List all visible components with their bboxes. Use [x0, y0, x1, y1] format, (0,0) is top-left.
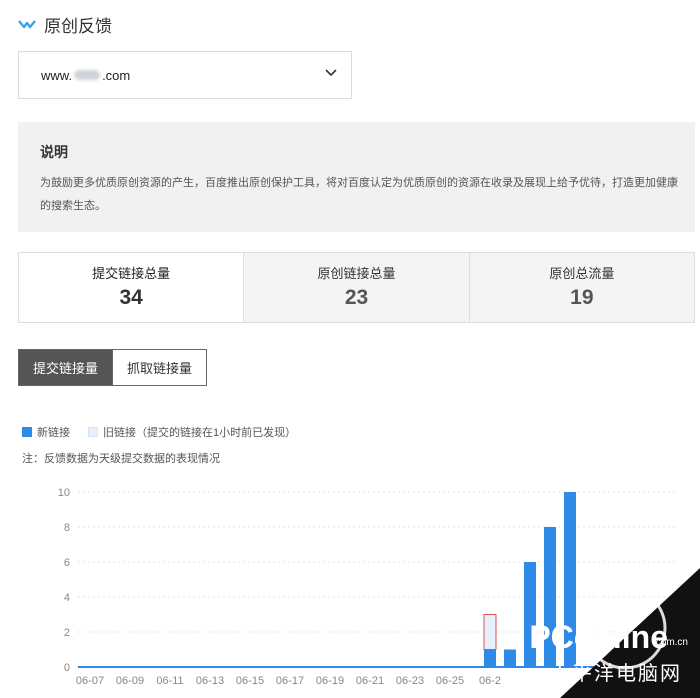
stat-label: 提交链接总量	[92, 266, 171, 281]
legend-swatch-old	[88, 427, 98, 437]
x-tick-label: 06-19	[316, 675, 344, 687]
x-tick-label: 06-25	[436, 675, 464, 687]
x-tick-label: 06-15	[236, 675, 264, 687]
y-tick-label: 6	[64, 557, 70, 569]
stat-value: 19	[570, 286, 594, 309]
stat-submitted-links[interactable]: 提交链接总量 34	[19, 253, 244, 322]
y-tick-label: 8	[64, 522, 70, 534]
page-title-text: 原创反馈	[44, 16, 112, 36]
y-tick-label: 0	[64, 662, 70, 674]
tab-crawled-links[interactable]: 抓取链接量	[113, 349, 208, 386]
bar-new	[484, 649, 496, 667]
redacted-domain	[74, 70, 101, 80]
notice-heading: 说明	[40, 144, 68, 160]
site-prefix: www.	[41, 67, 73, 83]
watermark-brand: PConline	[529, 619, 668, 655]
y-tick-label: 2	[64, 627, 70, 639]
legend-swatch-new	[22, 427, 32, 437]
stat-label: 原创总流量	[549, 266, 615, 281]
site-select[interactable]: www. .com	[18, 51, 352, 99]
tab-submitted-links[interactable]: 提交链接量	[18, 349, 114, 386]
page-title: 原创反馈	[18, 12, 112, 36]
watermark-brand-cn: 太平洋电脑网	[550, 663, 682, 685]
x-tick-label: 06-2	[479, 675, 501, 687]
legend-item-new[interactable]: 新链接	[22, 424, 70, 440]
chart-note: 注：反馈数据为天级提交数据的表现情况	[22, 453, 220, 465]
stat-value: 34	[119, 286, 143, 309]
legend-item-old[interactable]: 旧链接（提交的链接在1小时前已发现）	[88, 424, 296, 440]
x-tick-label: 06-09	[116, 675, 144, 687]
site-suffix: .com	[102, 67, 131, 83]
x-tick-label: 06-23	[396, 675, 424, 687]
stats-tabs: 提交链接总量 34 原创链接总量 23 原创总流量 19	[18, 252, 695, 323]
stat-label: 原创链接总量	[317, 266, 396, 281]
stat-value: 23	[344, 286, 369, 309]
stat-original-links[interactable]: 原创链接总量 23	[243, 253, 469, 322]
watermark: PConline .com.cn 太平洋电脑网	[500, 568, 700, 698]
watermark-domain: .com.cn	[652, 637, 688, 648]
x-tick-label: 06-07	[76, 675, 104, 687]
x-tick-label: 06-13	[196, 675, 224, 687]
notice-body: 为鼓励更多优质原创资源的产生，百度推出原创保护工具，将对百度认定为优质原创的资源…	[40, 177, 678, 212]
chevron-down-icon	[325, 69, 337, 77]
y-tick-label: 4	[64, 592, 70, 604]
stat-original-traffic[interactable]: 原创总流量 19	[468, 253, 694, 322]
chevron-down-icon	[18, 20, 36, 29]
legend-label-new: 新链接	[37, 427, 70, 439]
x-tick-label: 06-17	[276, 675, 304, 687]
chart-legend: 新链接 旧链接（提交的链接在1小时前已发现）	[22, 424, 314, 440]
chart-tabs: 提交链接量 抓取链接量	[18, 349, 208, 386]
bar-old	[483, 614, 497, 650]
x-tick-label: 06-11	[156, 675, 183, 687]
legend-label-old: 旧链接（提交的链接在1小时前已发现）	[103, 427, 297, 439]
y-tick-label: 10	[58, 487, 70, 499]
notice-panel: 说明 为鼓励更多优质原创资源的产生，百度推出原创保护工具，将对百度认定为优质原创…	[18, 122, 695, 232]
x-tick-label: 06-21	[356, 675, 384, 687]
